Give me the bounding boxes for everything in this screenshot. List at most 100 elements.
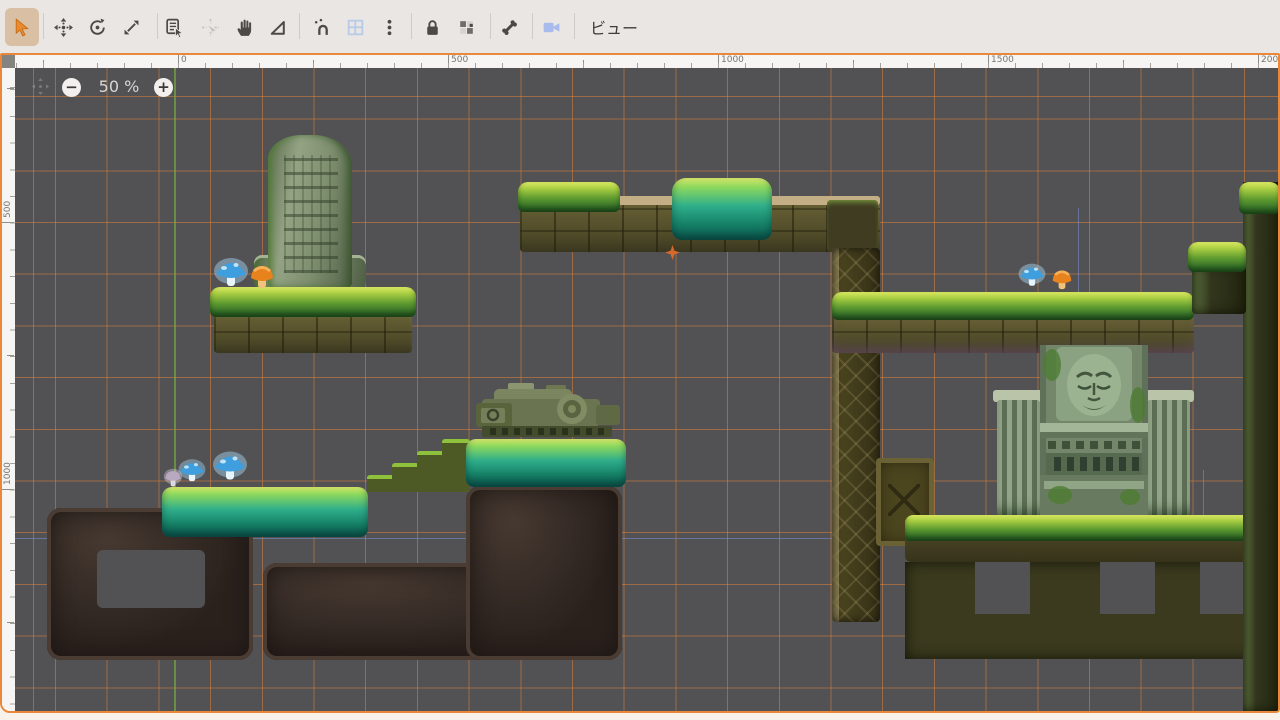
select-object-icon xyxy=(164,17,185,38)
teal-grass-platform-mid[interactable] xyxy=(466,439,626,487)
cursor-tool-button[interactable] xyxy=(5,8,39,46)
ruler-label: 500 xyxy=(3,201,13,218)
level-canvas[interactable]: − 50 % + xyxy=(15,68,1278,711)
snap-cursor-icon xyxy=(200,17,221,38)
mossy-cliff[interactable] xyxy=(1243,182,1278,711)
move-tool-button[interactable] xyxy=(46,9,80,45)
glow-mushroom-blue[interactable] xyxy=(212,256,250,290)
temple-pillar[interactable] xyxy=(1147,400,1190,515)
stone-monolith[interactable] xyxy=(268,135,352,287)
ruler-label: 0 xyxy=(181,55,187,65)
kebab-menu-icon xyxy=(379,17,400,38)
ruler-tick xyxy=(1258,55,1259,67)
toolbar-separator xyxy=(299,13,300,39)
ruler-tick xyxy=(7,622,14,623)
cursor-icon xyxy=(12,17,33,38)
bone-tool-button[interactable] xyxy=(492,9,526,45)
horizontal-ruler: 0 500 1000 1500 2000 xyxy=(15,55,1278,68)
ruler-corner xyxy=(2,55,15,68)
triangle-ornament xyxy=(888,484,920,516)
platform-grass-top xyxy=(905,515,1278,541)
scale-icon xyxy=(121,17,142,38)
stairs-step[interactable] xyxy=(367,475,394,492)
ruler-tick xyxy=(2,489,14,490)
ruler-label: 500 xyxy=(451,55,468,65)
ruler-tick xyxy=(718,55,719,67)
grass-ledge[interactable] xyxy=(1188,242,1246,314)
teal-bush xyxy=(672,178,772,240)
lock-icon xyxy=(422,17,443,38)
soil-ring-hole xyxy=(97,550,205,608)
ruler-tick xyxy=(448,55,449,67)
hand-icon xyxy=(234,17,255,38)
snap-cursor-tool-button[interactable] xyxy=(193,9,227,45)
ruler-tick xyxy=(853,60,854,67)
ramp-tool-button[interactable] xyxy=(260,9,294,45)
select-object-tool-button[interactable] xyxy=(157,9,191,45)
rotate-tool-button[interactable] xyxy=(80,9,114,45)
upper-right-grass-platform[interactable] xyxy=(832,292,1194,353)
rotate-icon xyxy=(87,17,108,38)
zoom-level-label: 50 % xyxy=(89,77,149,96)
zoom-out-button[interactable]: − xyxy=(62,78,81,97)
toolbar-separator xyxy=(490,13,491,39)
glow-mushroom-blue[interactable] xyxy=(177,454,207,488)
glow-mushroom-blue[interactable] xyxy=(211,445,249,488)
cliff-grass-cap xyxy=(1239,182,1278,214)
magnet-snap-button[interactable] xyxy=(305,9,339,45)
tile-pattern-button[interactable] xyxy=(449,9,483,45)
lock-button[interactable] xyxy=(415,9,449,45)
monolith-inscriptions xyxy=(284,155,338,273)
ruler-label: 1000 xyxy=(721,55,744,65)
fence-window xyxy=(1200,562,1243,614)
ruler-tick xyxy=(583,60,584,67)
glow-mushroom-blue[interactable] xyxy=(1017,259,1047,292)
toolbar-separator xyxy=(43,13,44,39)
teal-grass-platform-left[interactable] xyxy=(162,487,368,537)
toolbar-separator xyxy=(574,13,575,39)
magnet-snap-icon xyxy=(312,17,333,38)
move-ghost-icon xyxy=(31,77,50,96)
ruler-label: 1000 xyxy=(3,462,13,485)
ruler-label: 2000 xyxy=(1261,55,1280,65)
zoom-control: − 50 % + xyxy=(31,76,201,100)
ruler-tick xyxy=(43,60,44,67)
platform-end-block xyxy=(827,200,878,252)
ruined-tank-statue[interactable] xyxy=(468,383,624,443)
grass-platform-left[interactable] xyxy=(210,287,416,353)
hand-tool-button[interactable] xyxy=(227,9,261,45)
temple-face-statue[interactable] xyxy=(1040,345,1148,515)
soil-block-under-tank[interactable] xyxy=(466,486,622,660)
view-menu-button[interactable]: ビュー xyxy=(576,9,652,45)
ruler-tick xyxy=(7,355,14,356)
toolbar-separator xyxy=(411,13,412,39)
move-icon xyxy=(53,17,74,38)
wide-right-platform[interactable] xyxy=(905,515,1278,562)
mushroom-orange[interactable] xyxy=(1051,266,1073,292)
canvas-panel: 0 500 1000 1500 2000 500 1000 xyxy=(0,53,1280,713)
pivot-marker[interactable] xyxy=(665,245,680,260)
camera-button[interactable] xyxy=(534,9,568,45)
platform-brick-body xyxy=(214,311,412,353)
ruler-label: 1500 xyxy=(991,55,1014,65)
more-options-button[interactable] xyxy=(372,9,406,45)
ruler-tick xyxy=(313,60,314,67)
temple-pillar[interactable] xyxy=(997,400,1040,515)
grid-toggle-button[interactable] xyxy=(338,9,372,45)
bone-icon xyxy=(499,17,520,38)
stairs-step[interactable] xyxy=(392,463,419,492)
toolbar: ビュー xyxy=(0,0,1280,53)
platform-grass-top xyxy=(832,292,1194,320)
tile-pattern-icon xyxy=(456,17,477,38)
scale-tool-button[interactable] xyxy=(114,9,148,45)
ruler-tick xyxy=(7,88,14,89)
vertical-ruler: 500 1000 xyxy=(2,68,15,711)
mushroom-orange[interactable] xyxy=(249,262,275,290)
stairs-step[interactable] xyxy=(417,451,444,492)
zoom-in-button[interactable]: + xyxy=(154,78,173,97)
platform-grass-top xyxy=(210,287,416,317)
top-brick-platform[interactable] xyxy=(518,178,880,254)
camera-icon xyxy=(541,17,562,38)
toolbar-separator xyxy=(532,13,533,39)
ruler-tick xyxy=(988,55,989,67)
